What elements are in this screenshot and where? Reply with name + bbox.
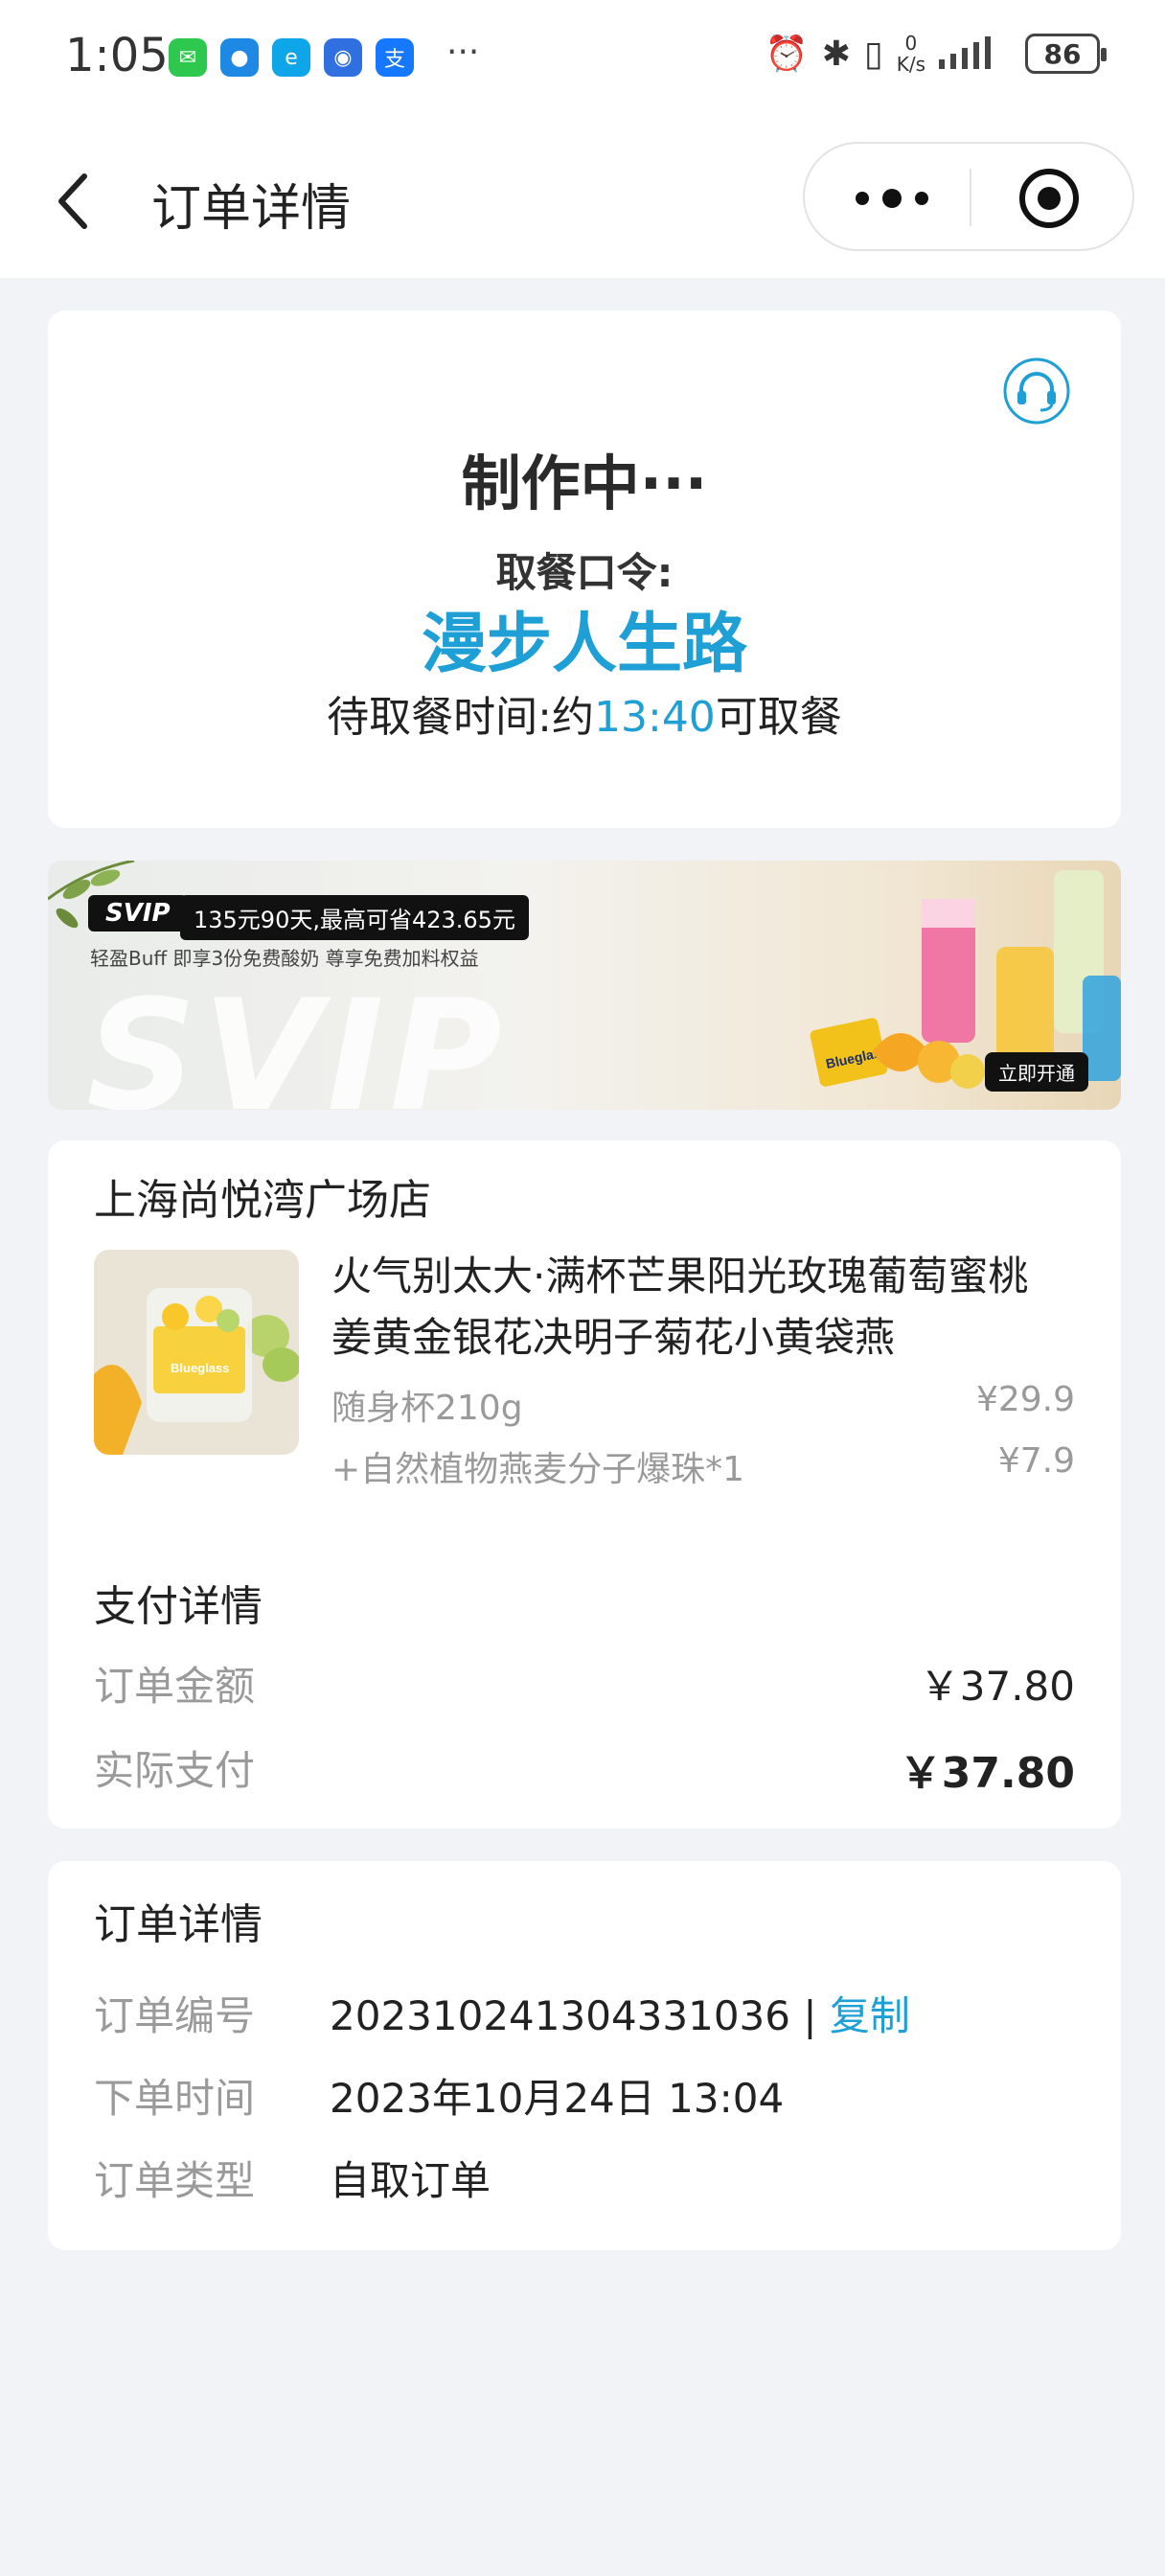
pickup-code: 漫步人生路 bbox=[421, 607, 747, 682]
alipay-icon: 支 bbox=[376, 38, 414, 77]
order-amount-row: 订单金额 ￥37.80 bbox=[94, 1654, 1075, 1713]
order-type-label: 订单类型 bbox=[94, 2157, 256, 2204]
product-thumbnail: Blueglass bbox=[94, 1250, 299, 1455]
line-item-label: 随身杯210g bbox=[331, 1389, 523, 1428]
nav-bar: 订单详情 bbox=[0, 125, 1165, 278]
pickup-time: 13:40 bbox=[594, 693, 716, 742]
more-options-icon[interactable] bbox=[849, 182, 935, 215]
pickup-time-prefix: 待取餐时间:约 bbox=[327, 693, 594, 742]
svip-watermark: SVIP bbox=[86, 966, 508, 1110]
order-line-item: 随身杯210g ¥29.9 bbox=[331, 1380, 1075, 1430]
status-right-group: ⏰ ✱ ▯ 0 K/s 86 bbox=[765, 33, 1107, 75]
order-type-value: 自取订单 bbox=[330, 2157, 491, 2204]
alarm-icon: ⏰ bbox=[765, 34, 809, 74]
more-notifications-indicator: ··· bbox=[446, 33, 480, 72]
order-time-label: 下单时间 bbox=[94, 2075, 256, 2122]
close-miniprogram-icon[interactable] bbox=[1017, 167, 1081, 230]
order-amount-label: 订单金额 bbox=[94, 1663, 256, 1710]
order-status-card: 制作中··· 取餐口令: 漫步人生路 待取餐时间:约13:40可取餐 bbox=[48, 310, 1121, 828]
order-number-value: 202310241304331036 | 复制 bbox=[330, 1984, 910, 2042]
page-title: 订单详情 bbox=[151, 180, 352, 238]
browser-icon: ◉ bbox=[324, 38, 362, 77]
order-items-card: 上海尚悦湾广场店 Blueglass 火气别太大·满杯芒果阳光玫瑰葡萄蜜桃姜黄金… bbox=[48, 1140, 1121, 1828]
vibrate-icon: ▯ bbox=[863, 34, 883, 74]
ele-me-icon: e bbox=[272, 38, 310, 77]
line-item-price: ¥7.9 bbox=[997, 1441, 1075, 1481]
customer-service-icon[interactable] bbox=[1002, 356, 1071, 426]
status-time: 1:05 bbox=[65, 29, 169, 82]
messages-icon: ● bbox=[220, 38, 259, 77]
line-item-price: ¥29.9 bbox=[975, 1380, 1075, 1419]
actual-paid-value: ￥37.80 bbox=[899, 1749, 1075, 1798]
copy-order-number-link[interactable]: 复制 bbox=[830, 1992, 910, 2039]
capsule-divider bbox=[970, 169, 971, 226]
order-status: 制作中··· bbox=[461, 448, 708, 518]
order-number: 202310241304331036 | bbox=[330, 1992, 830, 2039]
order-amount-value: ￥37.80 bbox=[919, 1663, 1075, 1710]
pickup-time-suffix: 可取餐 bbox=[715, 693, 842, 742]
bluetooth-icon: ✱ bbox=[821, 34, 851, 74]
status-bar: 1:05 ✉ ● e ◉ 支 ··· ⏰ ✱ ▯ 0 K/s 86 bbox=[0, 0, 1165, 125]
network-speed-value: 0 bbox=[904, 32, 918, 55]
back-arrow-icon[interactable] bbox=[48, 163, 105, 240]
svip-promo-banner[interactable]: SVIP SVIP 135元90天,最高可省423.65元 轻盈Buff 即享3… bbox=[48, 861, 1121, 1110]
open-svip-button[interactable]: 立即开通 bbox=[985, 1052, 1088, 1092]
order-info-title: 订单详情 bbox=[94, 1900, 263, 1949]
brand-label: Blueglass bbox=[171, 1361, 229, 1375]
network-speed: 0 K/s bbox=[897, 33, 925, 75]
svip-badge: SVIP bbox=[88, 895, 188, 932]
actual-paid-row: 实际支付 ￥37.80 bbox=[94, 1738, 1075, 1798]
pickup-time-line: 待取餐时间:约13:40可取餐 bbox=[48, 682, 1121, 744]
wechat-icon: ✉ bbox=[169, 38, 207, 77]
battery-indicator: 86 bbox=[1025, 34, 1107, 74]
svip-benefits-text: 轻盈Buff 即享3份免费酸奶 尊享免费加料权益 bbox=[90, 947, 479, 970]
signal-icon bbox=[939, 36, 991, 69]
order-number-label: 订单编号 bbox=[94, 1992, 256, 2039]
product-name: 火气别太大·满杯芒果阳光玫瑰葡萄蜜桃姜黄金银花决明子菊花小黄袋燕 bbox=[331, 1253, 1029, 1361]
order-info-card: 订单详情 订单编号 202310241304331036 | 复制 下单时间 2… bbox=[48, 1861, 1121, 2250]
miniprogram-capsule bbox=[803, 142, 1134, 251]
actual-paid-label: 实际支付 bbox=[94, 1747, 256, 1794]
network-speed-unit: K/s bbox=[896, 53, 925, 76]
notification-app-icons: ✉ ● e ◉ 支 bbox=[169, 38, 414, 77]
svip-offer-text: 135元90天,最高可省423.65元 bbox=[180, 895, 529, 940]
payment-details-title: 支付详情 bbox=[94, 1582, 263, 1631]
store-name: 上海尚悦湾广场店 bbox=[94, 1176, 431, 1225]
order-time-value: 2023年10月24日 13:04 bbox=[330, 2075, 785, 2122]
order-line-item: +自然植物燕麦分子爆珠*1 ¥7.9 bbox=[331, 1441, 1075, 1491]
line-item-label: +自然植物燕麦分子爆珠*1 bbox=[331, 1450, 745, 1489]
